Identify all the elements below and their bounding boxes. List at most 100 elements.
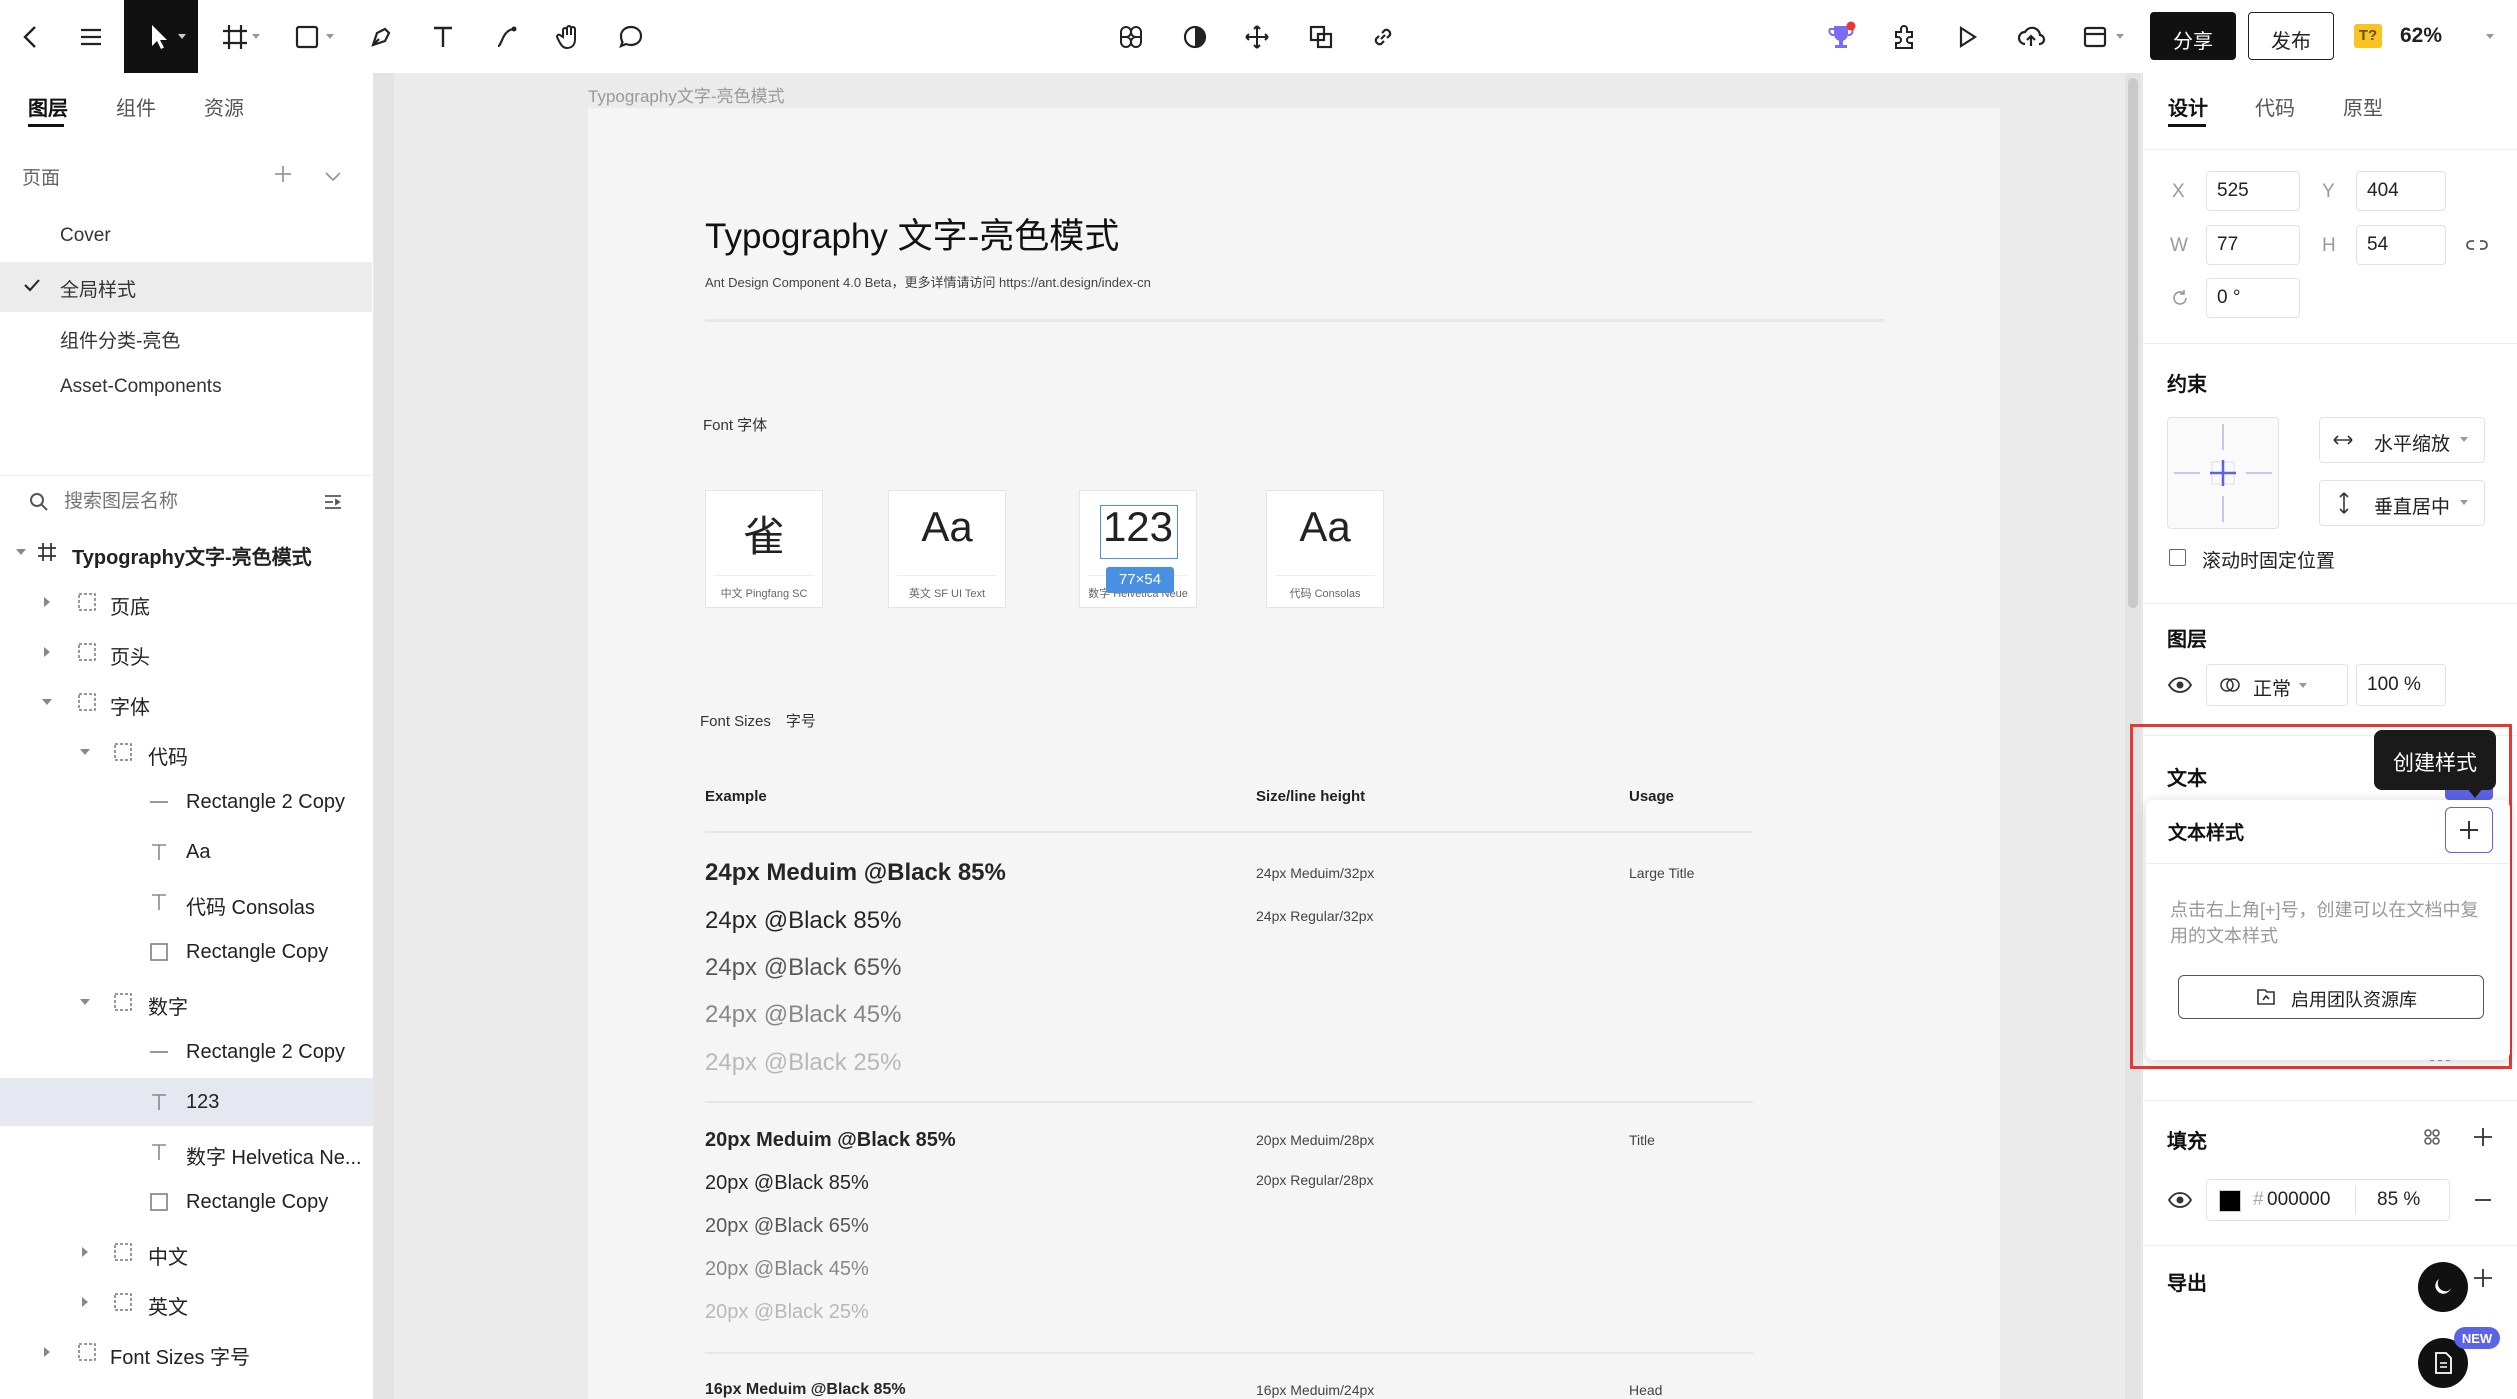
menu-button[interactable] xyxy=(60,0,122,73)
h-input[interactable]: 54 xyxy=(2356,225,2446,265)
x-input[interactable]: 525 xyxy=(2206,171,2300,211)
trophy-button[interactable] xyxy=(1810,0,1872,73)
fill-color-swatch[interactable] xyxy=(2219,1190,2241,1212)
mask-button[interactable] xyxy=(1164,0,1226,73)
layer-row[interactable]: Rectangle 2 Copy xyxy=(0,778,373,826)
add-page-icon[interactable] xyxy=(272,163,294,185)
add-export-icon[interactable] xyxy=(2472,1267,2494,1289)
collapse-caret-icon[interactable] xyxy=(44,1347,50,1357)
component-button[interactable] xyxy=(1100,0,1162,73)
layer-row[interactable]: Aa xyxy=(0,828,373,876)
horizontal-constraint-select[interactable]: 水平缩放 xyxy=(2319,417,2485,463)
collapse-caret-icon[interactable] xyxy=(44,597,50,607)
publish-button[interactable]: 发布 xyxy=(2248,12,2334,60)
add-fill-icon[interactable] xyxy=(2472,1126,2494,1148)
expand-caret-icon[interactable] xyxy=(80,999,90,1005)
page-item-component-categories[interactable]: 组件分类-亮色 xyxy=(60,326,180,353)
collapse-caret-icon[interactable] xyxy=(44,647,50,657)
constraint-widget[interactable] xyxy=(2167,417,2279,529)
connector-tool-button[interactable] xyxy=(476,0,538,73)
layer-row[interactable]: Rectangle Copy xyxy=(0,1178,373,1226)
chevron-down-icon[interactable] xyxy=(322,165,344,187)
font-card-code[interactable]: Aa 代码 Consolas xyxy=(1266,490,1384,608)
layer-row[interactable]: 数字 Helvetica Ne... xyxy=(0,1128,373,1176)
zoom-level[interactable]: 62% xyxy=(2400,24,2442,48)
share-button[interactable]: 分享 xyxy=(2150,12,2236,60)
layer-search-input[interactable] xyxy=(62,483,296,521)
layer-row[interactable]: 页头 xyxy=(0,628,373,676)
expand-caret-icon[interactable] xyxy=(16,549,26,555)
comment-tool-button[interactable] xyxy=(600,0,662,73)
page-item-asset-components[interactable]: Asset-Components xyxy=(60,376,222,398)
blend-mode-select[interactable]: 正常 xyxy=(2206,664,2348,706)
layer-row[interactable]: Typography文字-亮色模式 xyxy=(0,528,373,576)
layer-row-selected[interactable]: 123 xyxy=(0,1078,373,1126)
tab-code[interactable]: 代码 xyxy=(2255,92,2295,121)
layer-row[interactable]: 数字 xyxy=(0,978,373,1026)
tab-design[interactable]: 设计 xyxy=(2168,92,2208,121)
constrain-proportions-icon[interactable] xyxy=(2465,235,2489,255)
enable-team-library-button[interactable]: 启用团队资源库 xyxy=(2178,975,2484,1019)
filter-icon[interactable] xyxy=(322,491,344,513)
page-item-cover[interactable]: Cover xyxy=(60,225,111,247)
add-text-style-button[interactable] xyxy=(2445,807,2493,853)
shape-tool-button[interactable] xyxy=(276,0,338,73)
remove-fill-icon[interactable] xyxy=(2472,1190,2494,1210)
font-card-english[interactable]: Aa 英文 SF UI Text xyxy=(888,490,1006,608)
text-tool-button[interactable] xyxy=(412,0,474,73)
layer-row[interactable]: Font Sizes 字号 xyxy=(0,1328,373,1376)
page-item-global-styles[interactable]: 全局样式 xyxy=(60,275,136,302)
dark-mode-button[interactable] xyxy=(2418,1262,2468,1312)
layer-row[interactable]: 字体 xyxy=(0,678,373,726)
layer-row[interactable]: 代码 xyxy=(0,728,373,776)
constraint-cross-icon[interactable] xyxy=(2168,418,2278,528)
group-icon xyxy=(114,993,132,1011)
fill-color-input[interactable]: # 000000 85 % xyxy=(2206,1179,2450,1221)
zoom-caret-icon[interactable] xyxy=(2486,34,2494,39)
font-card-chinese[interactable]: 雀 中文 Pingfang SC xyxy=(705,490,823,608)
frame-name-label[interactable]: Typography文字-亮色模式 xyxy=(588,82,785,107)
y-input[interactable]: 404 xyxy=(2356,171,2446,211)
artboard-frame[interactable]: Typography 文字-亮色模式 Ant Design Component … xyxy=(588,108,2000,1399)
plugins-button[interactable] xyxy=(1874,0,1936,73)
eye-icon[interactable] xyxy=(2167,1190,2193,1210)
layer-row[interactable]: 代码 Consolas xyxy=(0,878,373,926)
hand-tool-button[interactable] xyxy=(538,0,600,73)
play-button[interactable] xyxy=(1936,0,1998,73)
pen-tool-button[interactable] xyxy=(350,0,412,73)
expand-caret-icon[interactable] xyxy=(42,699,52,705)
vertical-constraint-select[interactable]: 垂直居中 xyxy=(2319,480,2485,526)
collapse-caret-icon[interactable] xyxy=(82,1297,88,1307)
tab-assets[interactable]: 资源 xyxy=(204,92,244,121)
move-tool-button[interactable] xyxy=(124,0,198,73)
collapse-caret-icon[interactable] xyxy=(82,1247,88,1257)
style-grid-icon[interactable] xyxy=(2422,1127,2442,1147)
selection-box[interactable] xyxy=(1100,505,1178,559)
frame-tool-button[interactable] xyxy=(204,0,266,73)
layer-row[interactable]: Rectangle 2 Copy xyxy=(0,1028,373,1076)
layer-row[interactable]: 页底 xyxy=(0,578,373,626)
fix-scroll-checkbox[interactable] xyxy=(2169,549,2186,566)
rotation-input[interactable]: 0 ° xyxy=(2206,278,2300,318)
upload-button[interactable] xyxy=(2000,0,2062,73)
plus-icon xyxy=(2460,821,2478,839)
layer-label: 代码 Consolas xyxy=(186,897,315,919)
tab-components[interactable]: 组件 xyxy=(116,92,156,121)
font-card-numbers[interactable]: 123 数字 Helvetica Neue 77×54 xyxy=(1079,490,1197,608)
eye-icon[interactable] xyxy=(2167,675,2193,695)
boolean-button[interactable] xyxy=(1290,0,1352,73)
tab-prototype[interactable]: 原型 xyxy=(2343,92,2383,121)
missing-font-badge[interactable]: T? xyxy=(2354,24,2382,48)
expand-caret-icon[interactable] xyxy=(80,749,90,755)
back-button[interactable] xyxy=(0,0,62,73)
link-button[interactable] xyxy=(1352,0,1414,73)
align-button[interactable] xyxy=(1226,0,1288,73)
layer-row[interactable]: 英文 xyxy=(0,1278,373,1326)
opacity-input[interactable]: 100 % xyxy=(2356,664,2446,706)
w-input[interactable]: 77 xyxy=(2206,225,2300,265)
canvas-scrollbar-thumb[interactable] xyxy=(2128,78,2138,608)
layout-button[interactable] xyxy=(2064,0,2126,73)
layer-row[interactable]: Rectangle Copy xyxy=(0,928,373,976)
layer-row[interactable]: 中文 xyxy=(0,1228,373,1276)
tab-layers[interactable]: 图层 xyxy=(28,92,68,121)
